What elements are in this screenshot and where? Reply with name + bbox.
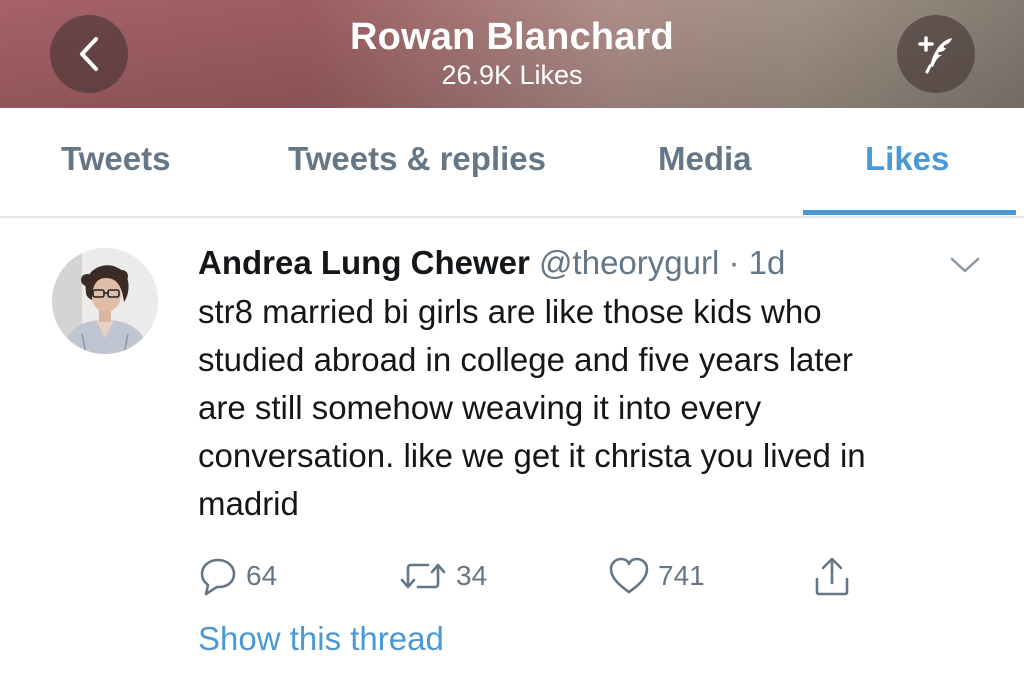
like-count: 741 xyxy=(658,560,705,591)
heart-icon xyxy=(609,557,649,594)
share-button[interactable] xyxy=(812,554,852,598)
reply-count: 64 xyxy=(246,560,278,591)
retweet-button[interactable]: 34 xyxy=(398,554,487,598)
avatar[interactable] xyxy=(52,248,158,354)
tab-likes[interactable]: Likes xyxy=(865,140,949,178)
avatar-image xyxy=(52,248,158,354)
tweet-time: · 1d xyxy=(719,244,786,281)
like-button[interactable]: 741 xyxy=(608,554,705,598)
header-subtitle: 26.9K Likes xyxy=(441,60,583,90)
tab-tweets[interactable]: Tweets xyxy=(61,140,170,178)
tweet-header: Andrea Lung Chewer @theorygurl · 1d xyxy=(198,242,785,284)
active-tab-indicator xyxy=(803,210,1016,215)
share-icon xyxy=(815,557,849,596)
profile-likes-screen: Rowan Blanchard 26.9K Likes Tweets Tweet… xyxy=(0,0,1024,684)
compose-tweet-icon xyxy=(918,36,952,74)
author-name[interactable]: Andrea Lung Chewer xyxy=(198,244,530,281)
header-title: Rowan Blanchard xyxy=(350,16,674,58)
profile-tabs: Tweets Tweets & replies Media Likes xyxy=(0,108,1024,218)
author-handle[interactable]: @theorygurl xyxy=(539,244,719,281)
tab-media[interactable]: Media xyxy=(658,140,752,178)
retweet-count: 34 xyxy=(456,560,488,591)
tab-tweets-and-replies[interactable]: Tweets & replies xyxy=(288,140,546,178)
compose-button[interactable] xyxy=(897,15,975,93)
reply-icon xyxy=(200,558,236,596)
show-thread-link[interactable]: Show this thread xyxy=(198,620,444,658)
reply-button[interactable]: 64 xyxy=(198,554,277,598)
profile-header: Rowan Blanchard 26.9K Likes xyxy=(0,0,1024,108)
retweet-icon xyxy=(400,563,446,589)
tweet-text: str8 married bi girls are like those kid… xyxy=(198,293,866,522)
chevron-down-icon[interactable] xyxy=(948,254,982,276)
